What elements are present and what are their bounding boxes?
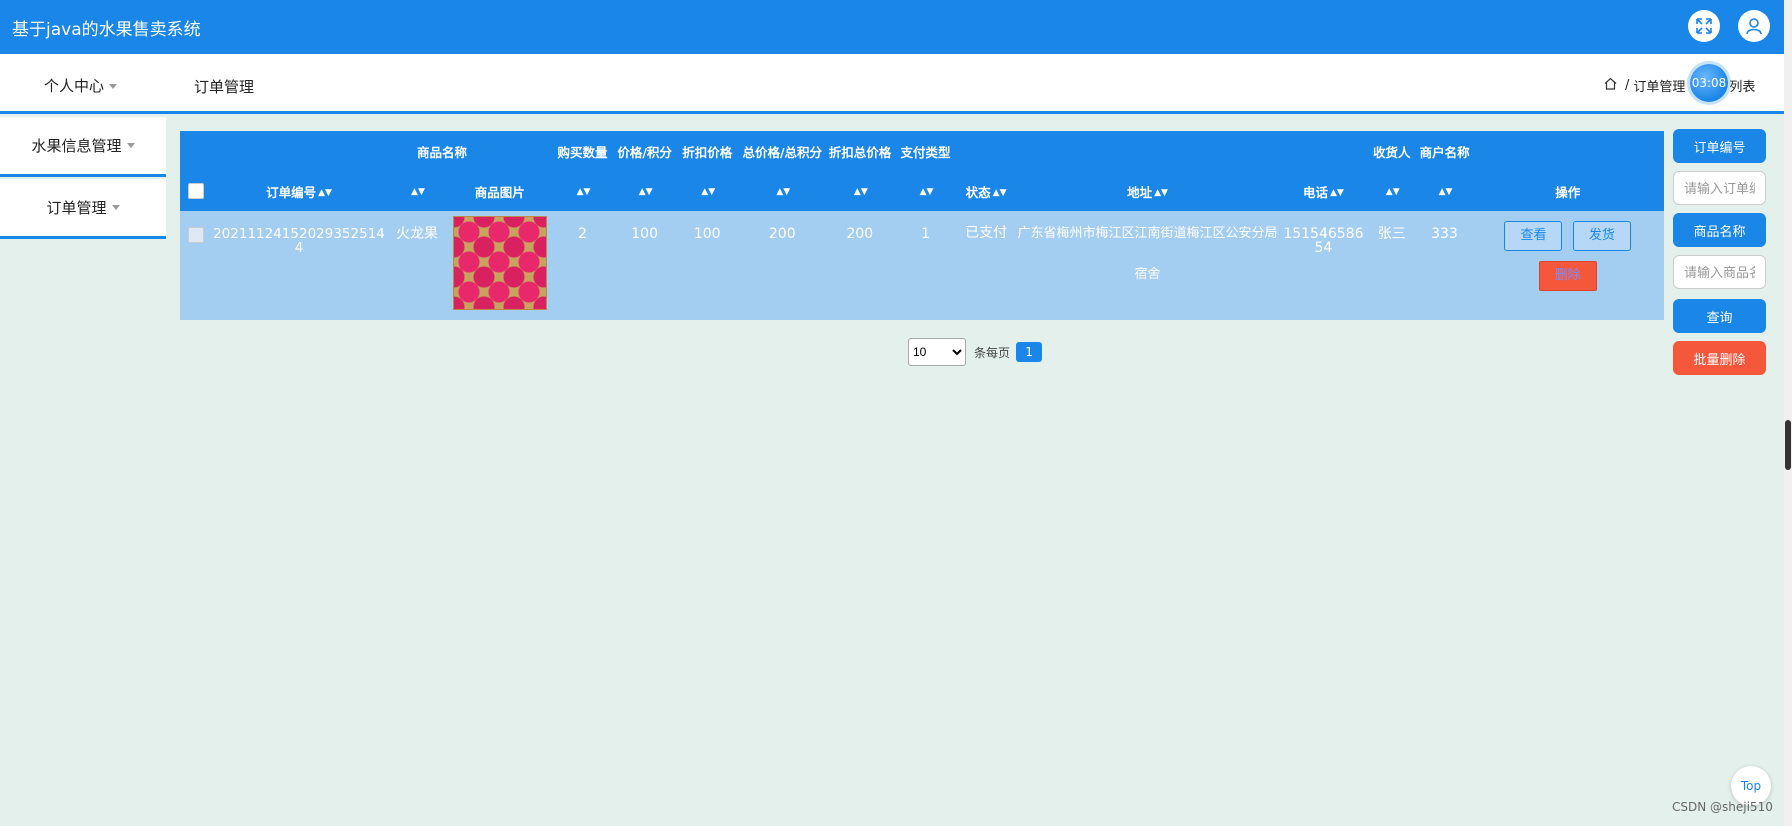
- sidebar-item-label: 水果信息管理: [31, 137, 122, 155]
- column-header-status[interactable]: 状态 ▲▼: [958, 171, 1014, 211]
- table-header-row-bottom: 订单编号 ▲▼ ▲▼ 商品图片 ▲▼ ▲▼ ▲▼ ▲▼ ▲▼ ▲▼ 状态 ▲▼ 地址…: [180, 171, 1664, 211]
- page-scrollbar[interactable]: [1784, 0, 1792, 826]
- timer-badge: 03:08: [1690, 64, 1728, 102]
- table-row: 202111241520293525144 火龙果 2 100 100 200 …: [180, 211, 1664, 320]
- sort-icon[interactable]: ▲▼: [318, 189, 332, 198]
- column-header-discount-price[interactable]: 折扣价格: [677, 131, 738, 171]
- goods-name-label: 商品名称: [1673, 213, 1766, 247]
- fullscreen-icon[interactable]: [1688, 10, 1720, 42]
- breadcrumb-separator: /: [1625, 78, 1630, 93]
- sort-icon[interactable]: ▲▼: [613, 171, 677, 211]
- scrollbar-thumb[interactable]: [1785, 420, 1791, 470]
- home-icon[interactable]: [1604, 77, 1617, 94]
- per-page-label: 条每页: [974, 345, 1011, 360]
- column-header-receiver[interactable]: 收货人: [1366, 131, 1418, 171]
- page-number-button[interactable]: 1: [1016, 342, 1043, 362]
- sort-icon[interactable]: ▲▼: [827, 171, 893, 211]
- column-header-actions: 操作: [1555, 184, 1581, 200]
- sub-header: 个人中心 订单管理 / 订单管理 列表: [0, 54, 1792, 114]
- select-all-checkbox[interactable]: [187, 183, 204, 200]
- sidebar: 水果信息管理 订单管理: [0, 117, 166, 241]
- caret-down-icon: [111, 205, 120, 210]
- sort-icon[interactable]: ▲▼: [1366, 171, 1418, 211]
- goods-image: [452, 216, 547, 310]
- cell-price: 100: [631, 226, 658, 242]
- order-no-search-input[interactable]: [1673, 171, 1766, 205]
- watermark: CSDN @sheji510: [1672, 800, 1773, 814]
- breadcrumb: / 订单管理 列表: [1604, 76, 1755, 95]
- top-header: 基于java的水果售卖系统: [0, 0, 1792, 54]
- user-icon[interactable]: [1738, 10, 1770, 42]
- column-header-buy-qty[interactable]: 购买数量: [553, 131, 613, 171]
- sort-icon[interactable]: ▲▼: [387, 171, 447, 211]
- cell-pay-type: 1: [921, 226, 930, 242]
- batch-delete-button[interactable]: 批量删除: [1673, 341, 1766, 375]
- row-checkbox[interactable]: [187, 227, 204, 243]
- cell-address: 广东省梅州市梅江区江南街道梅江区公安分局宿舍: [1017, 226, 1278, 282]
- breadcrumb-section[interactable]: 订单管理: [1633, 76, 1685, 95]
- breadcrumb-current: 列表: [1729, 80, 1756, 95]
- sort-icon[interactable]: ▲▼: [993, 189, 1007, 198]
- caret-down-icon: [109, 84, 118, 89]
- cell-merchant: 333: [1431, 226, 1458, 242]
- ship-button[interactable]: 发货: [1572, 221, 1631, 251]
- cell-total: 200: [768, 226, 796, 242]
- search-panel: 订单编号 商品名称 查询 批量删除: [1673, 129, 1766, 383]
- goods-name-search-input[interactable]: [1673, 255, 1766, 289]
- column-header-total[interactable]: 总价格/总积分: [738, 131, 827, 171]
- app-title: 基于java的水果售卖系统: [12, 20, 201, 40]
- caret-down-icon: [126, 143, 135, 148]
- sidebar-item-label: 订单管理: [46, 199, 107, 217]
- sort-icon[interactable]: ▲▼: [738, 171, 827, 211]
- sort-icon[interactable]: ▲▼: [1330, 189, 1344, 198]
- sort-icon[interactable]: ▲▼: [553, 171, 613, 211]
- sort-icon[interactable]: ▲▼: [1418, 171, 1472, 211]
- sort-icon[interactable]: ▲▼: [1154, 189, 1168, 198]
- cell-goods-name: 火龙果: [395, 226, 438, 242]
- cell-status: 已支付: [965, 225, 1008, 241]
- column-header-price[interactable]: 价格/积分: [613, 131, 677, 171]
- sidebar-item-fruit-info[interactable]: 水果信息管理: [0, 117, 166, 177]
- column-header-goods-name[interactable]: 商品名称: [387, 131, 553, 171]
- column-header-merchant[interactable]: 商户名称: [1418, 131, 1472, 171]
- sort-icon[interactable]: ▲▼: [893, 171, 958, 211]
- column-header-phone[interactable]: 电话 ▲▼: [1281, 171, 1366, 211]
- page-title: 订单管理: [194, 78, 255, 96]
- cell-buy-qty: 2: [578, 226, 587, 242]
- cell-phone: 15154658654: [1283, 226, 1364, 256]
- column-header-order-no[interactable]: 订单编号 ▲▼: [211, 171, 387, 211]
- column-header-goods-img: 商品图片: [474, 184, 525, 200]
- cell-receiver: 张三: [1377, 226, 1406, 242]
- delete-button[interactable]: 删除: [1538, 261, 1597, 291]
- table-header-row-top: 商品名称 购买数量 价格/积分 折扣价格 总价格/总积分 折扣总价格 支付类型 …: [180, 131, 1664, 171]
- nav-personal-label: 个人中心: [44, 77, 105, 95]
- query-button[interactable]: 查询: [1673, 299, 1766, 333]
- orders-table: 商品名称 购买数量 价格/积分 折扣价格 总价格/总积分 折扣总价格 支付类型 …: [180, 131, 1664, 320]
- pagination: 10 条每页 1: [908, 338, 1043, 366]
- view-button[interactable]: 查看: [1504, 221, 1563, 251]
- column-header-address[interactable]: 地址 ▲▼: [1014, 171, 1281, 211]
- cell-order-no: 202111241520293525144: [213, 226, 385, 256]
- column-header-discount-total[interactable]: 折扣总价格: [827, 131, 893, 171]
- cell-discount-total: 200: [846, 226, 874, 242]
- cell-discount-price: 100: [693, 226, 721, 242]
- sort-icon[interactable]: ▲▼: [677, 171, 738, 211]
- sidebar-item-orders[interactable]: 订单管理: [0, 179, 166, 239]
- nav-personal-center[interactable]: 个人中心: [44, 75, 118, 96]
- column-header-pay-type[interactable]: 支付类型: [893, 131, 958, 171]
- order-no-label: 订单编号: [1673, 129, 1766, 163]
- page-size-select[interactable]: 10: [908, 338, 966, 366]
